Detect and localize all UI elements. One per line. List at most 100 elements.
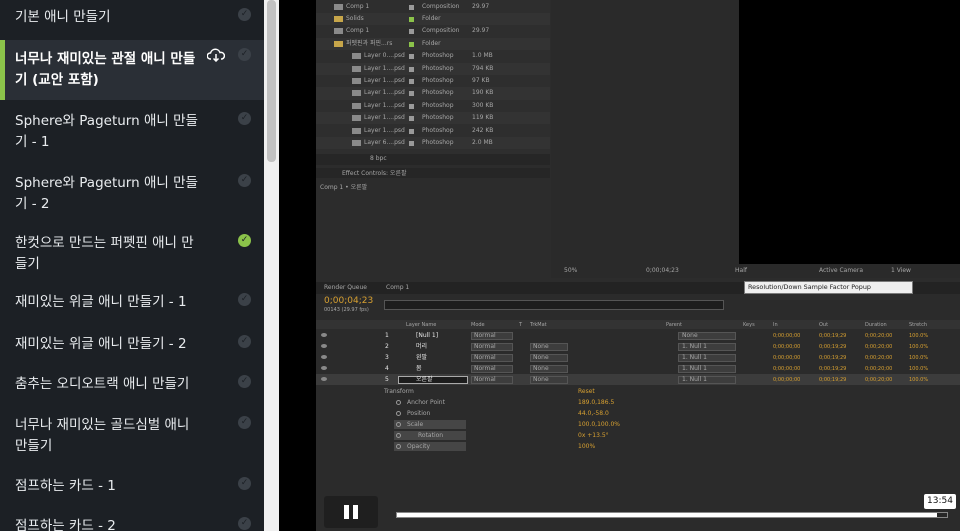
stopwatch-icon[interactable] bbox=[396, 444, 401, 449]
project-item-type: Composition bbox=[422, 2, 460, 10]
lesson-item[interactable]: 너무나 재미있는 관절 애니 만들 기 (교안 포함) ✓ bbox=[0, 40, 264, 100]
visibility-eye-icon[interactable] bbox=[321, 344, 327, 348]
layer-out[interactable]: 0;00;19;29 bbox=[819, 354, 846, 362]
project-item-size: 794 KB bbox=[472, 64, 494, 72]
project-item[interactable]: Layer 1....psd Photoshop 300 KB bbox=[316, 100, 550, 112]
project-item-type: Photoshop bbox=[422, 64, 454, 72]
lesson-item[interactable]: 한컷으로 만드는 퍼펫핀 애니 만 들기 ✓ bbox=[0, 231, 264, 283]
project-item[interactable]: Solids Folder bbox=[316, 12, 550, 26]
stopwatch-icon[interactable] bbox=[396, 411, 401, 416]
layer-row[interactable]: 4 몸 Normal None 1. Null 1 0;00;00;00 0;00;19;2… bbox=[316, 363, 960, 374]
transform-prop-name: Opacity bbox=[407, 443, 431, 450]
layer-stretch[interactable]: 100.0% bbox=[909, 332, 928, 340]
column-header-in[interactable]: In bbox=[773, 321, 778, 329]
layer-name-field[interactable] bbox=[398, 343, 468, 351]
layer-name-field[interactable] bbox=[398, 365, 468, 373]
project-item[interactable]: Comp 1 Composition 29.97 bbox=[316, 25, 550, 37]
column-header-duration[interactable]: Duration bbox=[865, 321, 887, 329]
layer-parent: 1. Null 1 bbox=[682, 376, 707, 383]
visibility-eye-icon[interactable] bbox=[321, 355, 327, 359]
project-item[interactable]: Layer 1....psd Photoshop 190 KB bbox=[316, 87, 550, 100]
check-icon: ✓ bbox=[238, 293, 251, 306]
column-header-mode[interactable]: Mode bbox=[471, 321, 485, 329]
layer-row[interactable]: 1 [Null 1] Normal None 0;00;00;00 0;00;19;29 0… bbox=[316, 330, 960, 341]
transform-prop-value[interactable]: 44.0,-58.0 bbox=[578, 410, 609, 418]
column-header-stretch[interactable]: Stretch bbox=[909, 321, 927, 329]
layer-stretch[interactable]: 100.0% bbox=[909, 365, 928, 373]
layer-row[interactable]: 5 오른팔 Normal None 1. Null 1 0;00;00;00 0;00;19… bbox=[316, 374, 960, 385]
layer-dur[interactable]: 0;00;20;00 bbox=[865, 376, 892, 384]
layer-row[interactable]: 2 머리 Normal None 1. Null 1 0;00;00;00 0;00;19;… bbox=[316, 341, 960, 352]
layer-in[interactable]: 0;00;00;00 bbox=[773, 365, 800, 373]
visibility-eye-icon[interactable] bbox=[321, 377, 327, 381]
layer-name-field[interactable] bbox=[398, 375, 468, 384]
project-item[interactable]: Layer 6....psd Photoshop 2.0 MB bbox=[316, 136, 550, 150]
column-header-keys[interactable]: Keys bbox=[743, 321, 755, 329]
layer-in[interactable]: 0;00;00;00 bbox=[773, 332, 800, 340]
layer-in[interactable]: 0;00;00;00 bbox=[773, 354, 800, 362]
lesson-item[interactable]: 재미있는 위글 애니 만들기 - 2 ✓ bbox=[0, 332, 264, 359]
column-header-trkmat[interactable]: TrkMat bbox=[530, 321, 547, 329]
project-item[interactable]: Layer 1....psd Photoshop 119 KB bbox=[316, 112, 550, 125]
layer-row[interactable]: 3 왼팔 Normal None 1. Null 1 0;00;00;00 0;00;19;… bbox=[316, 352, 960, 363]
project-item[interactable]: Comp 1 Composition 29.97 bbox=[316, 1, 550, 13]
prop-highlight bbox=[394, 420, 466, 429]
transform-prop-value[interactable]: 100% bbox=[578, 443, 595, 451]
visibility-eye-icon[interactable] bbox=[321, 333, 327, 337]
lesson-item[interactable]: 점프하는 카드 - 2 ✓ bbox=[0, 514, 264, 531]
column-header-t[interactable]: T bbox=[519, 321, 522, 329]
layer-in[interactable]: 0;00;00;00 bbox=[773, 376, 800, 384]
project-item[interactable]: Layer 1....psd Photoshop 794 KB bbox=[316, 62, 550, 75]
project-item-size: 300 KB bbox=[472, 101, 494, 109]
sidebar-scrollbar[interactable] bbox=[264, 0, 279, 531]
lesson-item[interactable]: 기본 애니 만들기 ✓ bbox=[0, 5, 264, 32]
pause-button[interactable] bbox=[324, 496, 378, 528]
layer-name-field[interactable] bbox=[398, 354, 468, 362]
layer-number: 4 bbox=[385, 365, 389, 372]
layer-stretch[interactable]: 100.0% bbox=[909, 354, 928, 362]
layer-out[interactable]: 0;00;19;29 bbox=[819, 376, 846, 384]
visibility-eye-icon[interactable] bbox=[321, 366, 327, 370]
sidebar-scroll-thumb[interactable] bbox=[267, 0, 276, 162]
timeline-tab[interactable]: Render Queue bbox=[324, 284, 367, 292]
lesson-item[interactable]: 점프하는 카드 - 1 ✓ bbox=[0, 474, 264, 501]
stopwatch-icon[interactable] bbox=[396, 422, 401, 427]
layer-out[interactable]: 0;00;19;29 bbox=[819, 343, 846, 351]
timeline-tab[interactable]: Comp 1 bbox=[386, 284, 409, 292]
column-header-out[interactable]: Out bbox=[819, 321, 828, 329]
lesson-item[interactable]: 춤추는 오디오트랙 애니 만들기 ✓ bbox=[0, 372, 264, 399]
stopwatch-icon[interactable] bbox=[396, 400, 401, 405]
lesson-item[interactable]: Sphere와 Pageturn 애니 만들 기 - 2 ✓ bbox=[0, 171, 264, 223]
transform-reset[interactable]: Reset bbox=[578, 388, 595, 396]
layer-in[interactable]: 0;00;00;00 bbox=[773, 343, 800, 351]
check-icon: ✓ bbox=[238, 234, 251, 247]
layer-out[interactable]: 0;00;19;29 bbox=[819, 332, 846, 340]
transform-group[interactable]: Transform bbox=[384, 388, 414, 396]
layer-dur[interactable]: 0;00;20;00 bbox=[865, 332, 892, 340]
lesson-item[interactable]: 재미있는 위글 애니 만들기 - 1 ✓ bbox=[0, 290, 264, 317]
project-item[interactable]: Layer 1....psd Photoshop 242 KB bbox=[316, 125, 550, 137]
lesson-item[interactable]: 너무나 재미있는 골드심벌 애니 만들기 ✓ bbox=[0, 413, 264, 465]
project-item[interactable]: Layer 1....psd Photoshop 97 KB bbox=[316, 75, 550, 87]
progress-bar[interactable] bbox=[396, 512, 948, 518]
layer-dur[interactable]: 0;00;20;00 bbox=[865, 365, 892, 373]
project-item[interactable]: Layer 0....psd Photoshop 1.0 MB bbox=[316, 50, 550, 62]
timeline-search-input[interactable] bbox=[384, 300, 724, 310]
project-item[interactable]: 퍼펫핀과 퍼핀...rs Folder bbox=[316, 37, 550, 50]
layer-stretch[interactable]: 100.0% bbox=[909, 343, 928, 351]
video-player[interactable]: Comp 1 Composition 29.97 Solids Folder Comp 1… bbox=[279, 0, 960, 531]
lesson-title-line2: 만들기 bbox=[15, 438, 53, 454]
layer-dur[interactable]: 0;00;20;00 bbox=[865, 354, 892, 362]
download-cloud-icon[interactable] bbox=[207, 48, 225, 62]
transform-prop-value[interactable]: 100.0,100.0% bbox=[578, 421, 620, 429]
layer-dur[interactable]: 0;00;20;00 bbox=[865, 343, 892, 351]
column-header-layer[interactable]: Layer Name bbox=[406, 321, 436, 329]
layer-out[interactable]: 0;00;19;29 bbox=[819, 365, 846, 373]
stopwatch-icon[interactable] bbox=[396, 433, 401, 438]
transform-prop-value[interactable]: 0x +13.5° bbox=[578, 432, 609, 440]
layer-number: 1 bbox=[385, 332, 389, 339]
lesson-item[interactable]: Sphere와 Pageturn 애니 만들 기 - 1 ✓ bbox=[0, 109, 264, 161]
column-header-parent[interactable]: Parent bbox=[666, 321, 682, 329]
layer-stretch[interactable]: 100.0% bbox=[909, 376, 928, 384]
transform-prop-value[interactable]: 189.0,186.5 bbox=[578, 399, 614, 407]
